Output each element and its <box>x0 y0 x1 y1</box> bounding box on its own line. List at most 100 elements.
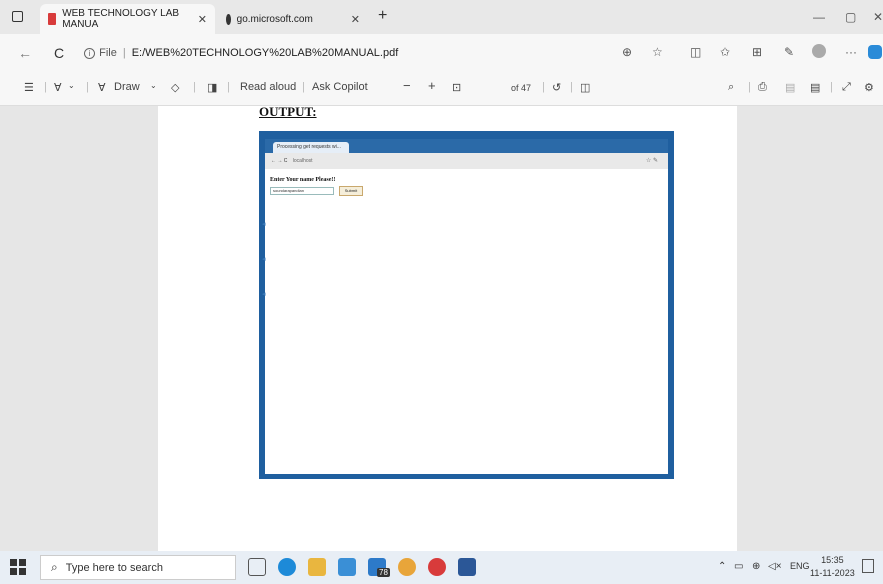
divider: | <box>542 81 545 93</box>
save-as-icon[interactable]: ▤ <box>810 81 820 94</box>
favorite-icon[interactable]: ☆ <box>652 45 663 59</box>
draw-icon[interactable]: ∀ <box>98 81 106 94</box>
search-placeholder: Type here to search <box>65 561 163 574</box>
battery-icon[interactable]: ▭ <box>734 561 743 572</box>
draw-button[interactable]: Draw <box>114 81 140 93</box>
screenshot-nav-icon: ← → C <box>271 158 288 164</box>
zoom-out-button[interactable]: − <box>403 78 411 93</box>
screenshot-address-text: localhost <box>292 158 313 164</box>
read-aloud-button[interactable]: Read aloud <box>240 81 296 93</box>
search-icon[interactable]: ⌕ <box>728 81 734 94</box>
zoom-in-button[interactable]: + <box>428 78 436 93</box>
screenshot-input: soundarapandian <box>270 187 334 195</box>
copilot-icon[interactable] <box>868 45 882 59</box>
chrome-icon[interactable] <box>398 558 416 576</box>
store-icon[interactable] <box>338 558 356 576</box>
close-icon[interactable]: ✕ <box>351 13 360 26</box>
minimize-icon[interactable]: — <box>813 10 825 24</box>
new-tab-icon[interactable]: + <box>378 7 387 25</box>
url-text: E:/WEB%20TECHNOLOGY%20LAB%20MANUAL.pdf <box>131 47 399 59</box>
tab-microsoft[interactable]: go.microsoft.com ✕ <box>218 4 368 34</box>
tab-pdf[interactable]: WEB TECHNOLOGY LAB MANUA ✕ <box>40 4 215 34</box>
collections-icon[interactable]: ⊞ <box>752 45 762 59</box>
taskbar: ⌕ Type here to search 78 ⌃ ▭ ⊕ ◁× ENG 15… <box>0 551 883 584</box>
zoom-icon[interactable]: ⊕ <box>622 45 632 59</box>
url-separator: | <box>122 47 126 59</box>
margin-mark: ◂ <box>262 256 266 263</box>
close-window-icon[interactable]: ✕ <box>873 10 883 24</box>
fullscreen-icon[interactable]: ⤢ <box>842 81 851 94</box>
screenshot-browser: Processing get requests wi... ← → C loca… <box>265 139 668 474</box>
settings-icon[interactable]: ⚙ <box>864 81 874 94</box>
rotate-icon[interactable]: ↺ <box>552 81 561 94</box>
taskbar-search-input[interactable]: ⌕ Type here to search <box>40 555 236 580</box>
clock-date: 11-11-2023 <box>810 568 855 578</box>
more-icon[interactable]: ··· <box>845 45 857 59</box>
highlight-icon[interactable]: ∀ <box>54 81 62 94</box>
volume-icon[interactable]: ◁× <box>768 561 782 572</box>
screenshot-tabbar: Processing get requests wi... <box>265 139 668 153</box>
page-total: of 47 <box>511 83 532 93</box>
divider: | <box>830 81 833 93</box>
screenshot-prompt: Enter Your name Please!! <box>270 177 336 183</box>
address-bar: ← C i File | E:/WEB%20TECHNOLOGY%20LAB%2… <box>0 34 883 72</box>
embedded-screenshot: Processing get requests wi... ← → C loca… <box>259 131 674 479</box>
split-screen-icon[interactable]: ◫ <box>690 45 701 59</box>
contents-icon[interactable]: ☰ <box>24 81 34 94</box>
screenshot-star-icon: ☆ ✎ <box>645 158 658 164</box>
tray-chevron-icon[interactable]: ⌃ <box>718 561 726 572</box>
avatar[interactable] <box>812 44 826 58</box>
save-icon[interactable]: ▤ <box>785 81 795 94</box>
url-prefix: File <box>99 47 117 59</box>
edge-icon <box>226 13 231 25</box>
search-icon: ⌕ <box>51 560 58 574</box>
print-icon[interactable]: ⎙ <box>758 81 767 94</box>
language-indicator[interactable]: ENG <box>790 561 810 571</box>
divider: | <box>570 81 573 93</box>
divider: | <box>302 81 305 93</box>
clock-time: 15:35 <box>821 555 844 565</box>
url-field[interactable]: i File | E:/WEB%20TECHNOLOGY%20LAB%20MAN… <box>84 47 398 59</box>
clock[interactable]: 15:35 11-11-2023 <box>810 554 855 580</box>
network-icon[interactable]: ⊕ <box>752 561 760 572</box>
fit-page-icon[interactable]: ⊡ <box>452 81 461 94</box>
extensions-icon[interactable]: ✎ <box>784 45 794 59</box>
text-icon[interactable]: ◨ <box>207 81 217 94</box>
divider: | <box>193 81 196 93</box>
windows-start-icon[interactable] <box>10 559 26 575</box>
favorites-icon[interactable]: ✩ <box>720 45 730 59</box>
record-icon[interactable] <box>428 558 446 576</box>
info-icon: i <box>84 47 96 59</box>
divider: | <box>86 81 89 93</box>
title-bar: WEB TECHNOLOGY LAB MANUA ✕ go.microsoft.… <box>0 0 883 34</box>
margin-mark: ◂ <box>262 221 266 228</box>
back-icon[interactable]: ← <box>18 45 32 61</box>
chevron-down-icon[interactable]: ⌄ <box>150 81 157 90</box>
notification-icon[interactable] <box>862 559 874 573</box>
screenshot-tab: Processing get requests wi... <box>273 142 349 153</box>
tab-label: go.microsoft.com <box>236 13 313 25</box>
screenshot-submit: Submit <box>339 186 363 196</box>
task-view-icon[interactable] <box>248 558 266 576</box>
page-view-icon[interactable]: ◫ <box>580 81 590 94</box>
taskbar-badge: 78 <box>377 568 390 577</box>
chevron-down-icon[interactable]: ⌄ <box>68 81 75 90</box>
erase-icon[interactable]: ◇ <box>171 81 179 94</box>
tab-label: WEB TECHNOLOGY LAB MANUA <box>62 8 180 30</box>
close-icon[interactable]: ✕ <box>198 13 207 26</box>
divider: | <box>748 81 751 93</box>
ask-copilot-button[interactable]: Ask Copilot <box>312 81 368 93</box>
word-icon[interactable] <box>458 558 476 576</box>
pdf-icon <box>48 13 57 25</box>
restore-icon[interactable]: ▢ <box>845 10 856 24</box>
edge-taskbar-icon[interactable] <box>278 558 296 576</box>
margin-mark: ◂ <box>262 291 266 298</box>
file-explorer-icon[interactable] <box>308 558 326 576</box>
tab-actions-icon[interactable] <box>12 11 23 22</box>
screenshot-address: ← → C localhost ☆ ✎ <box>265 153 668 169</box>
refresh-icon[interactable]: C <box>54 45 64 61</box>
divider: | <box>44 81 47 93</box>
divider: | <box>227 81 230 93</box>
output-heading: OUTPUT: <box>259 104 317 119</box>
pdf-toolbar: ☰ | ∀ ⌄ | ∀ Draw ⌄ ◇ | ◨ | Read aloud | … <box>0 72 883 171</box>
